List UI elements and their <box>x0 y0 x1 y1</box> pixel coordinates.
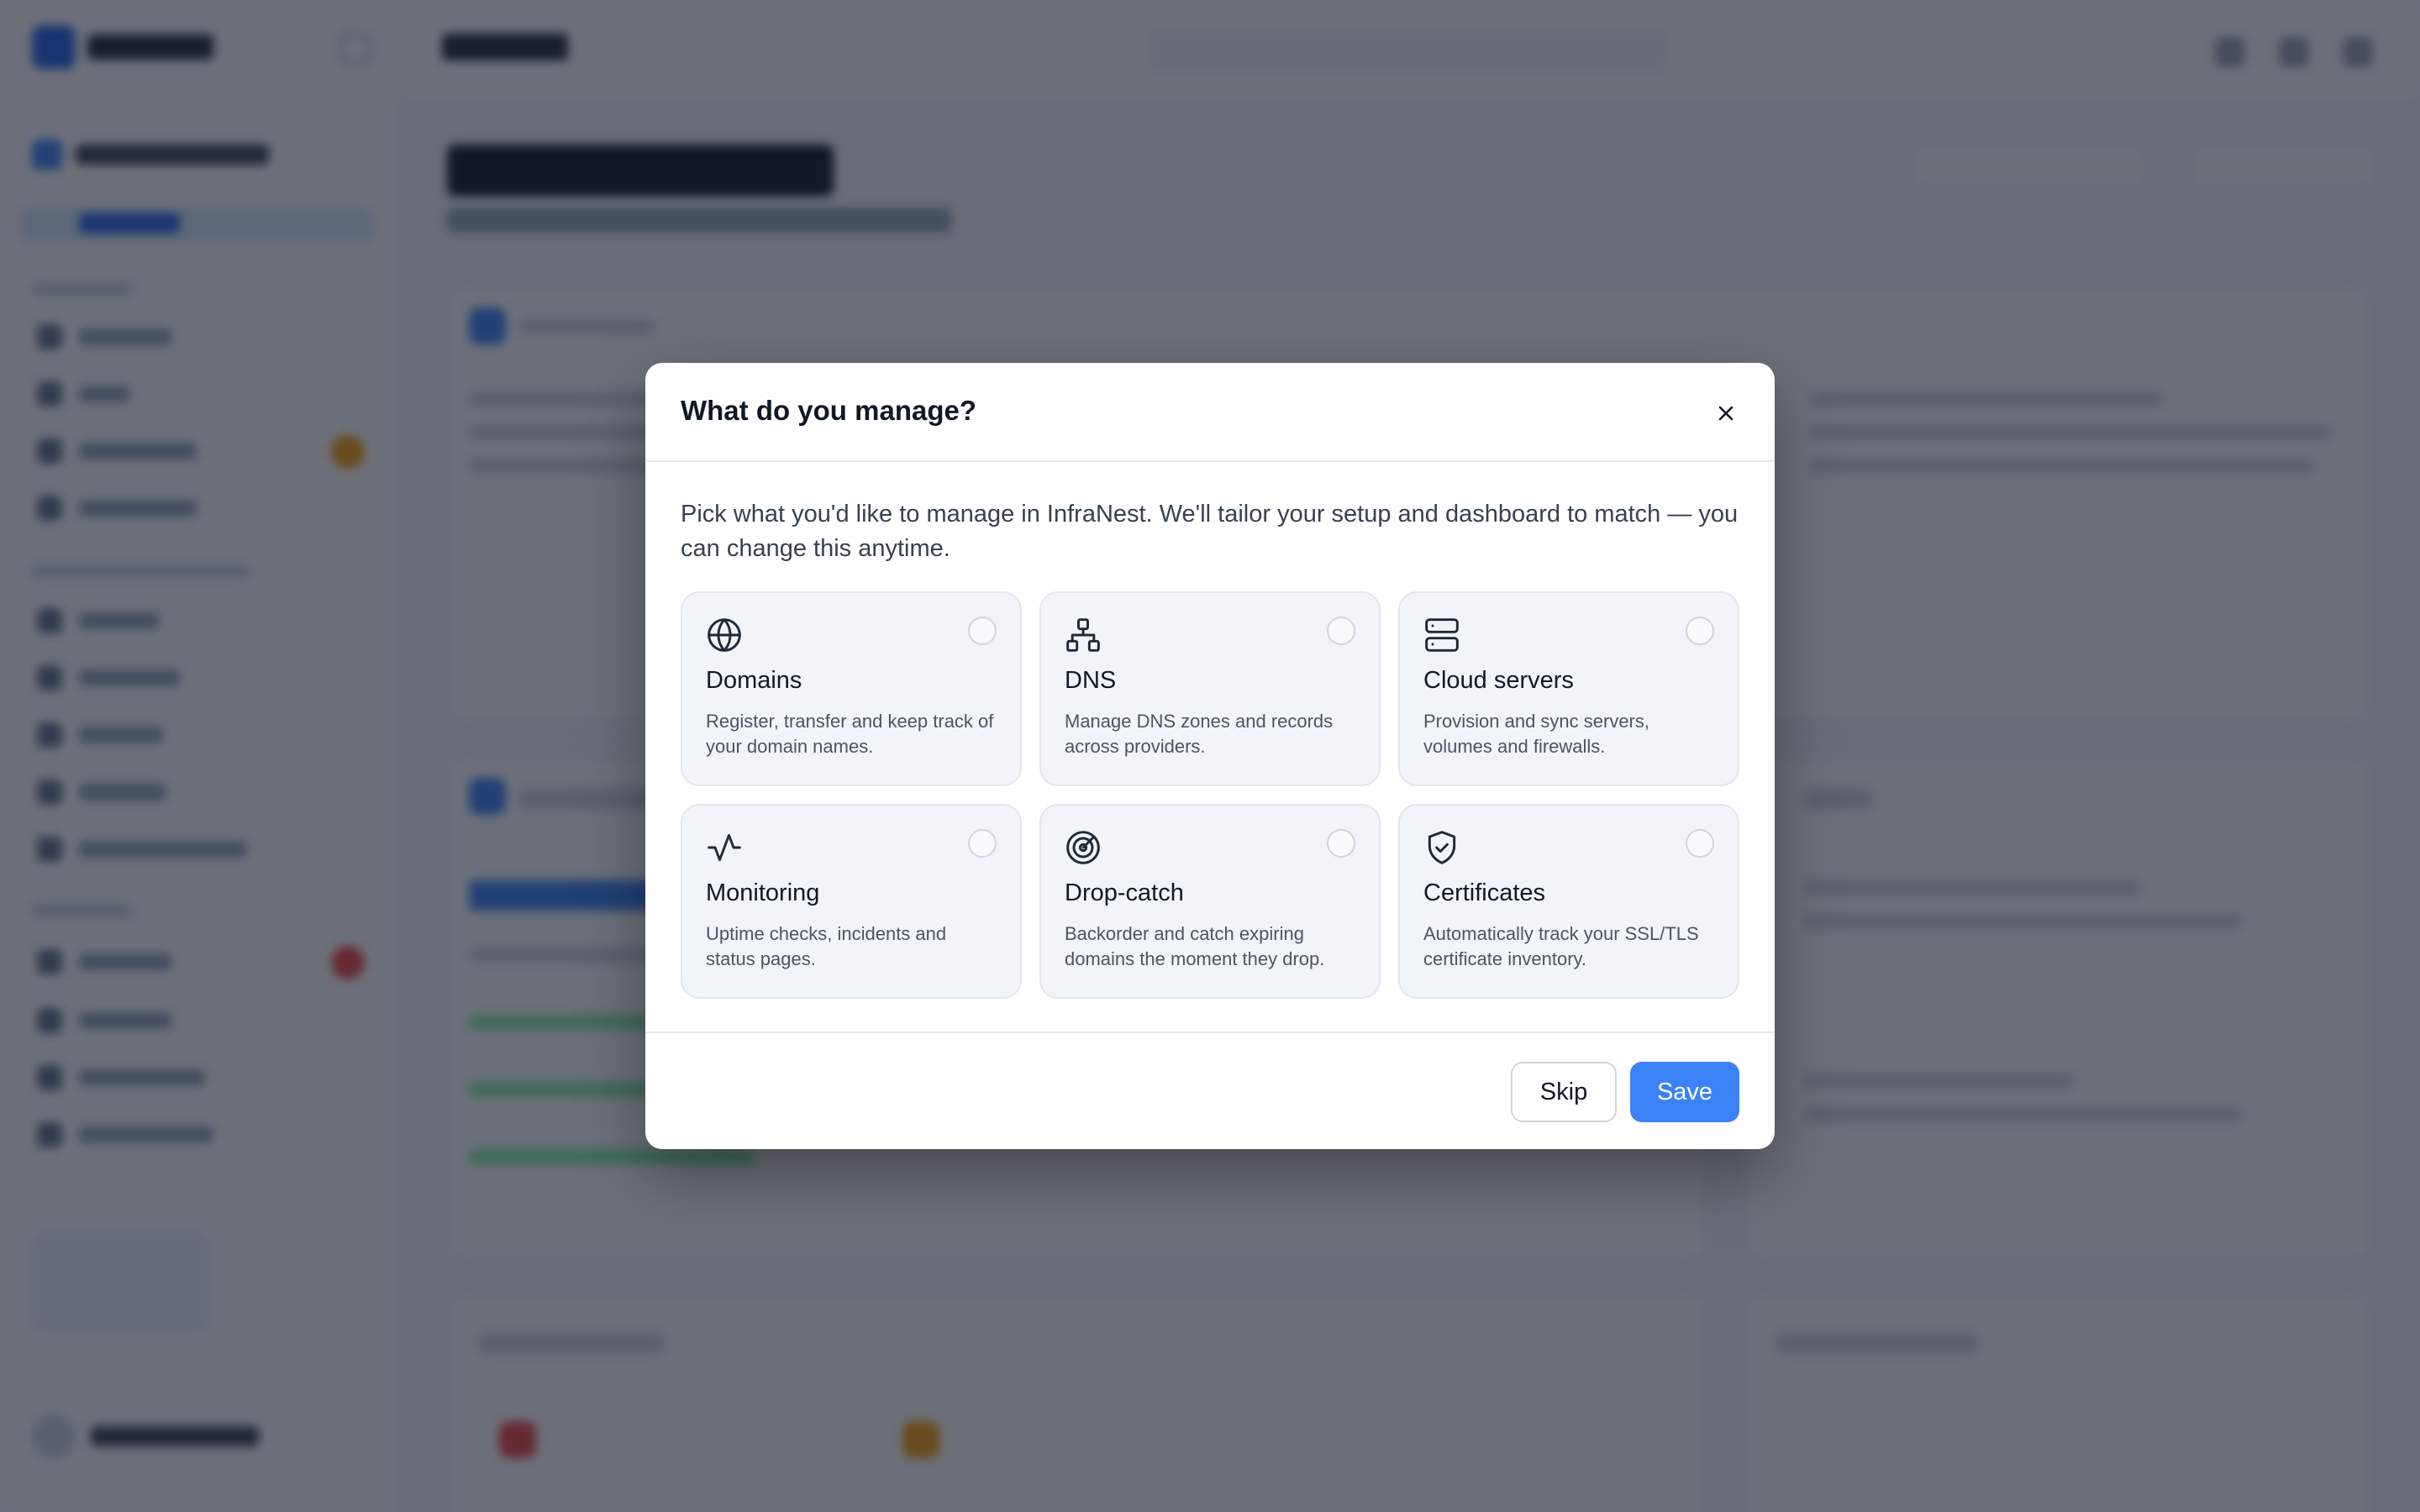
option-title: Domains <box>706 667 802 694</box>
close-icon <box>1718 406 1733 421</box>
dialog-footer: Skip Save <box>645 1032 1775 1149</box>
option-grid: Domains Register, transfer and keep trac… <box>681 591 1739 999</box>
option-radio[interactable] <box>1327 829 1355 858</box>
option-description: Automatically track your SSL/TLS certifi… <box>1423 923 1699 969</box>
option-title: Drop-catch <box>1065 879 1184 906</box>
option-certificates[interactable]: Certificates Automatically track your SS… <box>1398 804 1739 999</box>
manage-dialog: What do you manage? Pick what you'd like… <box>645 363 1775 1149</box>
option-cloud-servers[interactable]: Cloud servers Provision and sync servers… <box>1398 591 1739 786</box>
option-description: Manage DNS zones and records across prov… <box>1065 711 1334 757</box>
option-monitoring[interactable]: Monitoring Uptime checks, incidents and … <box>681 804 1022 999</box>
option-radio[interactable] <box>1686 829 1714 858</box>
option-title: Certificates <box>1423 879 1546 906</box>
option-title: DNS <box>1065 667 1117 694</box>
option-description: Backorder and catch expiring domains the… <box>1065 923 1325 969</box>
option-drop-catch[interactable]: Drop-catch Backorder and catch expiring … <box>1039 804 1381 999</box>
option-description: Register, transfer and keep track of you… <box>706 711 994 757</box>
dialog-intro: Pick what you'd like to manage in InfraN… <box>681 501 1739 562</box>
option-dns[interactable]: DNS Manage DNS zones and records across … <box>1039 591 1381 786</box>
dialog-body: Pick what you'd like to manage in InfraN… <box>645 462 1775 999</box>
close-button[interactable] <box>1706 393 1746 433</box>
option-description: Uptime checks, incidents and status page… <box>706 923 947 969</box>
dialog-title: What do you manage? <box>681 395 977 426</box>
activity-icon <box>708 833 741 862</box>
option-radio[interactable] <box>968 617 997 645</box>
option-title: Cloud servers <box>1423 667 1574 694</box>
save-button[interactable]: Save <box>1630 1062 1739 1122</box>
globe-icon <box>708 618 741 652</box>
option-radio[interactable] <box>968 829 997 858</box>
option-title: Monitoring <box>706 879 820 906</box>
option-domains[interactable]: Domains Register, transfer and keep trac… <box>681 591 1022 786</box>
skip-button[interactable]: Skip <box>1511 1062 1617 1122</box>
option-radio[interactable] <box>1327 617 1355 645</box>
shield-check-icon <box>1428 831 1456 864</box>
option-description: Provision and sync servers, volumes and … <box>1423 711 1649 757</box>
radar-icon <box>1066 831 1100 864</box>
dialog-header: What do you manage? <box>645 363 1775 462</box>
network-icon <box>1066 618 1100 652</box>
server-icon <box>1425 618 1459 652</box>
option-radio[interactable] <box>1686 617 1714 645</box>
